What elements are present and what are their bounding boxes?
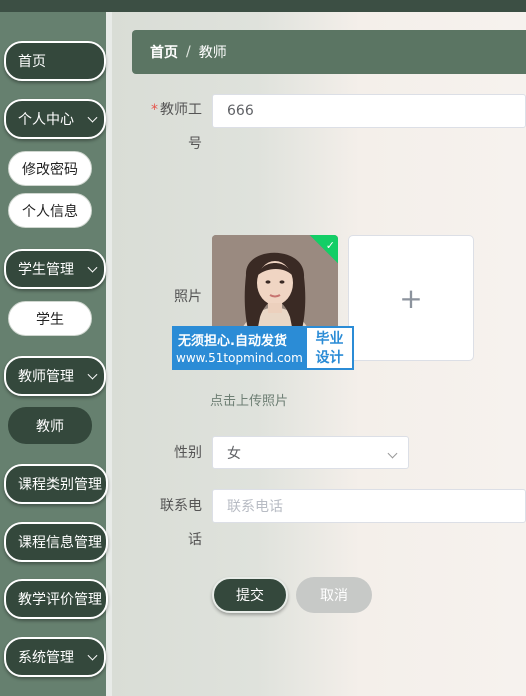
check-icon: ✓ <box>325 239 335 252</box>
breadcrumb-separator: / <box>186 44 191 60</box>
chevron-down-icon <box>87 650 98 661</box>
gender-label: 性别 <box>174 445 202 461</box>
sidebar-item-teacher[interactable]: 教师 <box>8 407 92 444</box>
sidebar-item-home[interactable]: 首页 <box>4 41 106 81</box>
top-bar <box>0 0 526 12</box>
teacher-no-value: 666 <box>227 103 254 119</box>
gender-value: 女 <box>227 445 241 462</box>
cancel-button[interactable]: 取消 <box>296 577 372 613</box>
sidebar-item-label: 首页 <box>18 54 46 70</box>
gender-select[interactable]: 女 <box>212 436 409 469</box>
watermark-url: www.51topmind.com <box>176 351 303 365</box>
sidebar-item-course-category-management[interactable]: 课程类别管理 <box>4 464 108 504</box>
sidebar-item-personal-info[interactable]: 个人信息 <box>8 193 92 228</box>
watermark-badge: 毕业 设计 <box>305 326 354 370</box>
submit-button[interactable]: 提交 <box>212 577 288 613</box>
sidebar-item-change-password[interactable]: 修改密码 <box>8 151 92 186</box>
phone-label: 联系电 <box>160 498 202 514</box>
sidebar-item-label: 学生管理 <box>18 262 74 278</box>
upload-hint: 点击上传照片 <box>210 394 289 409</box>
chevron-down-icon <box>87 262 98 273</box>
sidebar-item-label: 修改密码 <box>22 161 78 178</box>
breadcrumb: 首页 / 教师 <box>132 30 526 74</box>
photo-label: 照片 <box>174 289 202 305</box>
sidebar-item-label: 个人中心 <box>18 112 74 128</box>
sidebar-item-label: 课程信息管理 <box>18 535 102 551</box>
phone-placeholder: 联系电话 <box>227 499 283 515</box>
sidebar-item-teaching-evaluation-management[interactable]: 教学评价管理 <box>4 579 108 619</box>
teacher-no-label-line2: 号 <box>188 136 202 152</box>
sidebar-item-label: 个人信息 <box>22 203 78 220</box>
watermark-text: 无须担心.自动发货 <box>178 334 287 349</box>
phone-input[interactable]: 联系电话 <box>212 489 526 523</box>
sidebar-item-student-management[interactable]: 学生管理 <box>4 249 106 289</box>
watermark: 无须担心.自动发货 www.51topmind.com 毕业 设计 <box>172 326 354 370</box>
plus-icon: + <box>399 281 423 315</box>
teacher-no-label: * 教师工 <box>151 102 202 118</box>
sidebar-item-teacher-management[interactable]: 教师管理 <box>4 356 106 396</box>
chevron-down-icon <box>87 369 98 380</box>
sidebar-item-label: 教师管理 <box>18 369 74 385</box>
sidebar-item-student[interactable]: 学生 <box>8 301 92 336</box>
sidebar-item-course-info-management[interactable]: 课程信息管理 <box>4 522 108 562</box>
phone-label-line2: 话 <box>188 532 202 548</box>
sidebar-item-label: 教师 <box>36 418 64 435</box>
breadcrumb-home[interactable]: 首页 <box>150 42 178 62</box>
sidebar-item-personal-center[interactable]: 个人中心 <box>4 99 106 139</box>
required-mark: * <box>151 102 158 118</box>
sidebar-item-label: 课程类别管理 <box>18 477 102 493</box>
watermark-banner: 无须担心.自动发货 www.51topmind.com <box>172 326 305 370</box>
sidebar-item-label: 系统管理 <box>18 650 74 666</box>
teacher-no-input[interactable]: 666 <box>212 94 526 128</box>
chevron-down-icon <box>87 112 98 123</box>
sidebar-item-system-management[interactable]: 系统管理 <box>4 637 106 677</box>
sidebar-item-label: 学生 <box>36 311 64 328</box>
sidebar-item-label: 教学评价管理 <box>18 592 102 608</box>
breadcrumb-current: 教师 <box>198 45 227 61</box>
chevron-down-icon <box>387 448 398 459</box>
photo-upload-button[interactable]: + <box>348 235 474 361</box>
